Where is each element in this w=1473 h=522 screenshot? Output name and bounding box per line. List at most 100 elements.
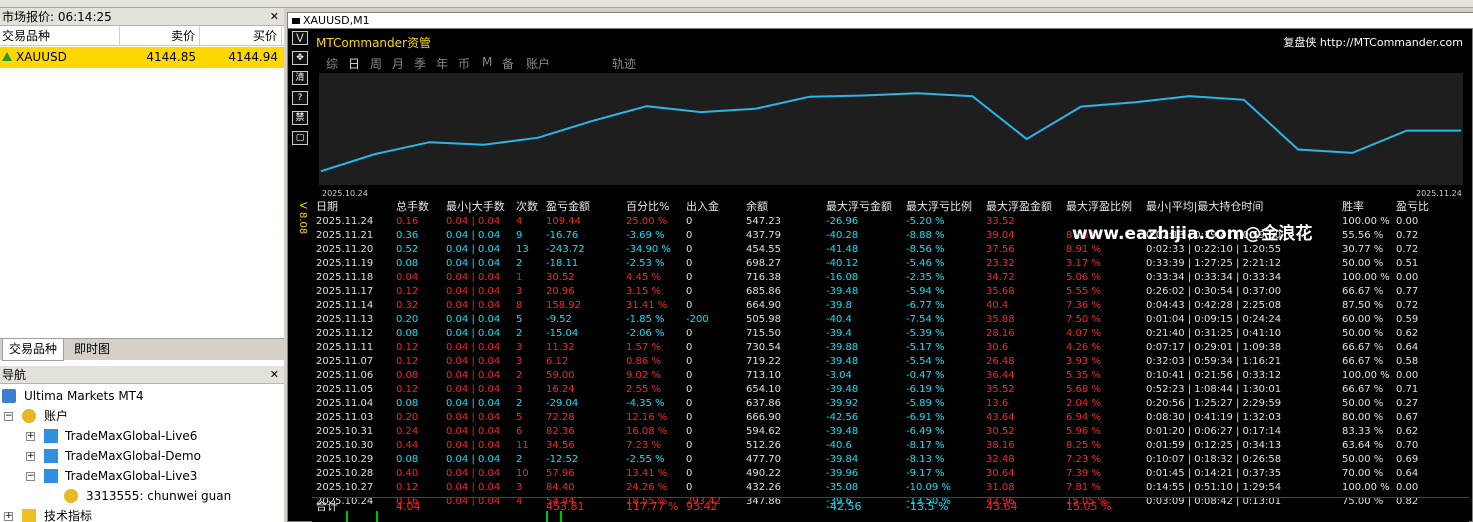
- cell: 0.20: [396, 412, 419, 423]
- col-symbol[interactable]: 交易品种: [0, 26, 120, 46]
- cell: 0: [686, 244, 693, 255]
- cell: 0.64: [1396, 342, 1419, 353]
- menu-item-8[interactable]: 备: [502, 55, 514, 72]
- cell: 0: [686, 440, 693, 451]
- cell: 0: [686, 342, 693, 353]
- cell: -3.04: [826, 370, 852, 381]
- mtcommander-panel: MTCommander资管 复盘侠 http://MTCommander.com…: [312, 29, 1469, 522]
- balance-series-line: [320, 92, 1461, 173]
- cell: 0: [686, 272, 693, 283]
- cell: -6.49 %: [906, 426, 945, 437]
- cell: 0.24: [396, 426, 419, 437]
- expand-icon[interactable]: +: [26, 452, 35, 461]
- cell: 33.52: [986, 216, 1015, 227]
- close-icon[interactable]: ✕: [270, 8, 279, 26]
- menu-item-1[interactable]: 日: [348, 55, 360, 72]
- total-cell: 15.05 %: [1066, 500, 1112, 513]
- watermark: www.eazhijia.com@金浪花: [1072, 224, 1313, 244]
- settings-icon[interactable]: 禁: [292, 111, 308, 125]
- cell: 37.56: [986, 244, 1015, 255]
- cell: 454.55: [746, 244, 781, 255]
- cell: 2025.11.12: [316, 328, 374, 339]
- menu-item-2[interactable]: 周: [370, 55, 382, 72]
- cell: 7.81 %: [1066, 482, 1101, 493]
- cell: 3: [516, 286, 523, 297]
- cell: 0.04 | 0.04: [446, 482, 501, 493]
- cell: 0.72: [1396, 244, 1419, 255]
- table-row: 2025.11.17 0.12 0.04 | 0.04 3 20.96 3.15 % 0 68…: [312, 285, 1469, 299]
- cell: 0:01:20 | 0:06:27 | 0:17:14: [1146, 426, 1282, 437]
- menu-item-7[interactable]: M: [482, 55, 492, 69]
- cell: 0.59: [1396, 314, 1419, 325]
- cell: 0.12: [396, 286, 419, 297]
- tree-item-accounts[interactable]: − 账户: [4, 406, 68, 426]
- cell: 6.94 %: [1066, 412, 1101, 423]
- navigator-tree: Ultima Markets MT4 − 账户 + TradeMaxGlobal…: [0, 386, 284, 522]
- menu-item-3[interactable]: 月: [392, 55, 404, 72]
- menu-item-6[interactable]: 币: [458, 55, 470, 72]
- cell: 713.10: [746, 370, 781, 381]
- table-row: 2025.11.20 0.52 0.04 | 0.04 13 -243.72 -34.90…: [312, 243, 1469, 257]
- cell: 0:33:39 | 1:27:25 | 2:21:12: [1146, 258, 1282, 269]
- close-icon[interactable]: ✕: [270, 366, 279, 384]
- expand-icon[interactable]: +: [4, 512, 13, 521]
- cell: 35.52: [986, 384, 1015, 395]
- col-ask[interactable]: 买价: [200, 26, 282, 46]
- balance-point-12: [971, 95, 973, 97]
- cell: 432.26: [746, 482, 781, 493]
- move-icon[interactable]: ✥: [292, 51, 308, 65]
- collapse-icon[interactable]: ⋁: [292, 31, 308, 45]
- cell: 6.12: [546, 356, 569, 367]
- cell: 0.00: [1396, 482, 1419, 493]
- clear-icon[interactable]: 清: [292, 71, 308, 85]
- tab-symbols[interactable]: 交易品种: [2, 339, 65, 361]
- cell: 23.32: [986, 258, 1015, 269]
- collapse-icon[interactable]: −: [26, 472, 35, 481]
- col-bid[interactable]: 卖价: [120, 26, 200, 46]
- cell: 66.67 %: [1342, 384, 1384, 395]
- chart-icon: [292, 18, 300, 24]
- bid-cell: 4144.85: [146, 50, 196, 64]
- menu-item-9[interactable]: 账户: [526, 55, 550, 72]
- market-watch-row[interactable]: XAUUSD 4144.85 4144.94: [0, 47, 284, 68]
- window-icon[interactable]: ▢: [292, 131, 308, 145]
- tree-item-account[interactable]: 3313555: chunwei guan: [64, 486, 231, 506]
- cell: -9.52: [546, 314, 572, 325]
- cell: 5.55 %: [1066, 286, 1101, 297]
- help-icon[interactable]: ?: [292, 91, 308, 105]
- cell: 666.90: [746, 412, 781, 423]
- cell: 0.58: [1396, 356, 1419, 367]
- menu-item-10[interactable]: 轨迹: [612, 55, 636, 72]
- collapse-icon[interactable]: −: [4, 412, 13, 421]
- cell: 8.91 %: [1066, 244, 1101, 255]
- cell: 0:26:02 | 0:30:54 | 0:37:00: [1146, 286, 1282, 297]
- computer-icon: [2, 389, 16, 403]
- balance-point-2: [429, 141, 431, 143]
- menu-item-0[interactable]: 综: [326, 55, 338, 72]
- tab-tick-chart[interactable]: 即时图: [68, 339, 116, 361]
- cell: -8.88 %: [906, 230, 945, 241]
- cell: -5.94 %: [906, 286, 945, 297]
- tree-item-indicators[interactable]: + 技术指标: [4, 506, 92, 522]
- header-11: 最大浮盈比例: [1066, 200, 1132, 213]
- tree-item-broker[interactable]: Ultima Markets MT4: [2, 386, 144, 406]
- table-row: 2025.11.04 0.08 0.04 | 0.04 2 -29.04 -4.35 % 0…: [312, 397, 1469, 411]
- tree-item-live3[interactable]: − TradeMaxGlobal-Live3: [26, 466, 197, 486]
- review-link[interactable]: 复盘侠 http://MTCommander.com: [1283, 34, 1463, 50]
- cell: -2.35 %: [906, 272, 945, 283]
- cell: 30.64: [986, 468, 1015, 479]
- cell: 716.38: [746, 272, 781, 283]
- menu-item-4[interactable]: 季: [414, 55, 426, 72]
- cell: 0: [686, 216, 693, 227]
- cell: -39.96: [826, 468, 859, 479]
- menu-item-5[interactable]: 年: [436, 55, 448, 72]
- navigator-title-text: 导航: [2, 368, 27, 382]
- chart-window[interactable]: XAUUSD,M1 ⋁ ✥ 清 ? 禁 ▢ V 8.08 MTCommander…: [287, 12, 1473, 522]
- cell: 2025.11.07: [316, 356, 374, 367]
- cell: 7.23 %: [626, 440, 661, 451]
- tree-item-demo[interactable]: + TradeMaxGlobal-Demo: [26, 446, 201, 466]
- expand-icon[interactable]: +: [26, 432, 35, 441]
- tree-item-live6[interactable]: + TradeMaxGlobal-Live6: [26, 426, 197, 446]
- cell: 80.00 %: [1342, 412, 1384, 423]
- date-start-label: 2025.10.24: [322, 189, 368, 198]
